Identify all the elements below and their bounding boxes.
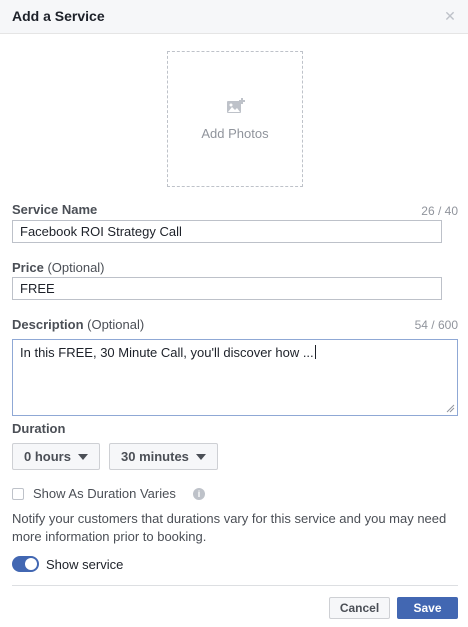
duration-minutes-select[interactable]: 30 minutes [109,443,218,470]
description-counter: 54 / 600 [414,318,458,332]
show-service-toggle[interactable] [12,556,39,572]
chevron-down-icon [195,454,206,460]
service-name-counter: 26 / 40 [421,204,458,218]
add-photos-label: Add Photos [201,126,269,141]
service-name-input[interactable]: Facebook ROI Strategy Call [12,220,442,243]
footer-divider [12,585,458,586]
duration-varies-checkbox[interactable] [12,488,24,500]
dialog-header: Add a Service ✕ [0,0,468,34]
price-label: Price (Optional) [12,260,105,275]
show-service-label: Show service [46,557,124,572]
toggle-knob [25,558,37,570]
duration-varies-label[interactable]: Show As Duration Varies [33,486,176,501]
service-name-label: Service Name [12,202,98,217]
save-button[interactable]: Save [397,597,458,619]
description-text: In this FREE, 30 Minute Call, you'll dis… [20,345,314,360]
resize-handle-icon[interactable] [446,404,455,413]
close-icon[interactable]: ✕ [443,9,457,23]
description-optional: (Optional) [87,317,145,332]
duration-label: Duration [12,421,66,436]
price-input[interactable]: FREE [12,277,442,300]
cancel-button[interactable]: Cancel [329,597,390,619]
description-label: Description (Optional) [12,317,145,332]
description-textarea[interactable]: In this FREE, 30 Minute Call, you'll dis… [12,339,458,416]
text-caret [314,345,316,359]
dialog-title: Add a Service [12,8,105,24]
duration-hours-select[interactable]: 0 hours [12,443,100,470]
add-photo-icon [227,98,245,113]
add-photos-button[interactable]: Add Photos [167,51,303,187]
price-optional: (Optional) [47,260,105,275]
chevron-down-icon [77,454,88,460]
duration-varies-help: Notify your customers that durations var… [12,511,447,544]
info-icon[interactable]: i [193,488,205,500]
